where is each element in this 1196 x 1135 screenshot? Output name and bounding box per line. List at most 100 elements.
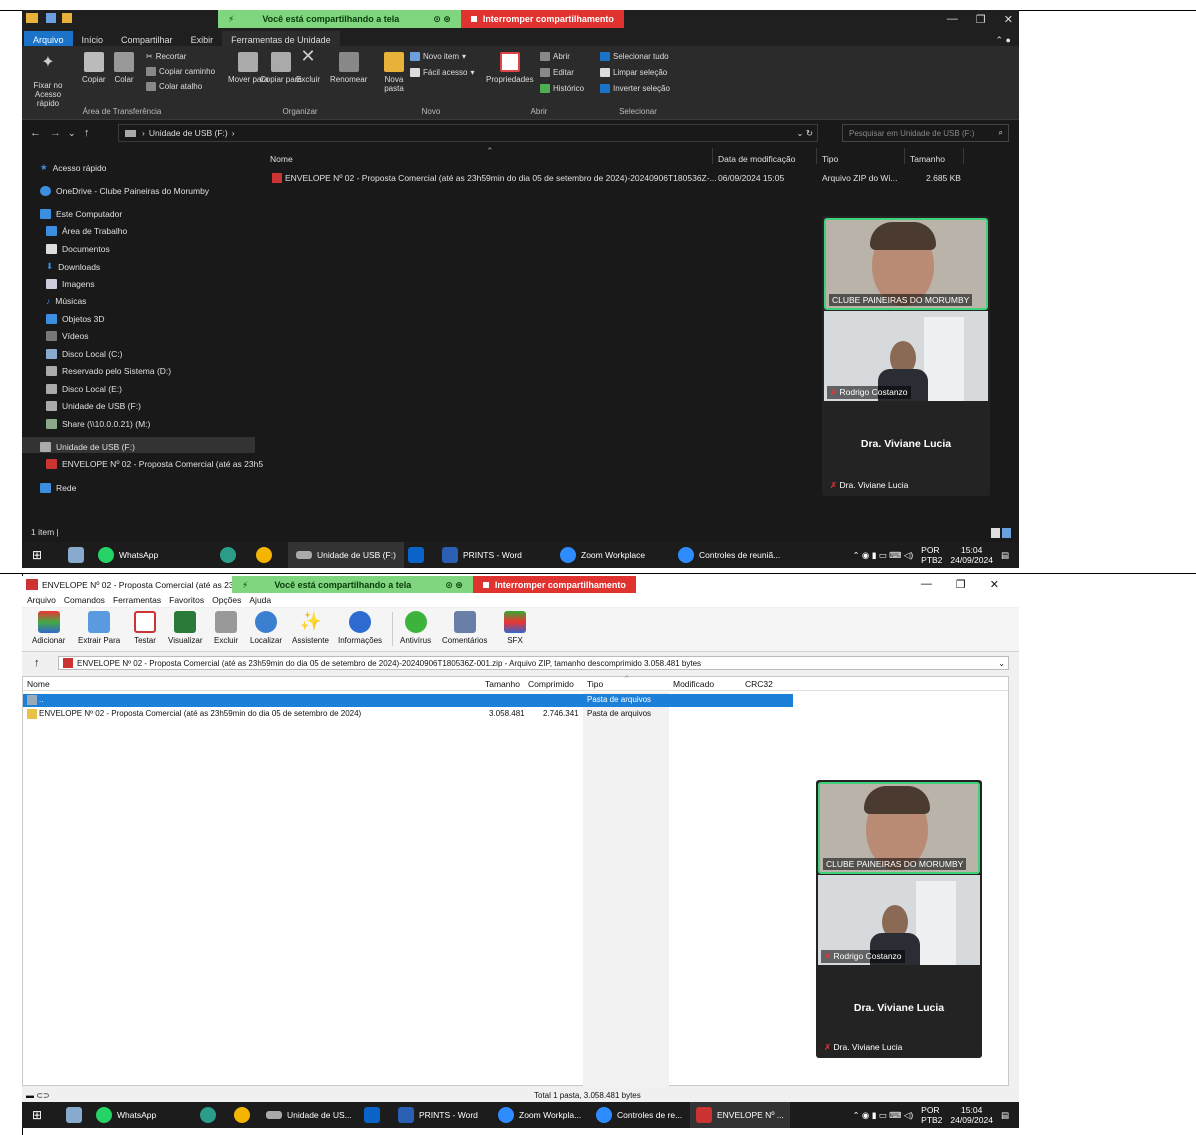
view-button[interactable]: Visualizar: [168, 611, 203, 645]
nav-quick-access[interactable]: ★ Acesso rápido: [40, 162, 107, 173]
video-tile-clube[interactable]: CLUBE PAINEIRAS DO MORUMBY: [818, 782, 980, 874]
taskbar-edge[interactable]: [200, 1102, 216, 1128]
antivirus-button[interactable]: Antivírus: [400, 611, 431, 645]
nav-item-3d-objects[interactable]: Objetos 3D: [46, 314, 105, 324]
test-button[interactable]: Testar: [134, 611, 156, 645]
tray-icons[interactable]: ⌃ ◉ ▮ ▭ ⌨ ◁): [852, 550, 913, 561]
invert-selection-button[interactable]: Inverter seleção: [600, 84, 670, 93]
wizard-button[interactable]: ✨ Assistente: [292, 611, 329, 645]
address-refresh-icon[interactable]: ⌄ ↻: [796, 128, 813, 139]
nav-usb-file[interactable]: ENVELOPE Nº 02 - Proposta Comercial (até…: [46, 459, 263, 469]
column-crc[interactable]: CRC32: [745, 679, 773, 689]
table-row-parent[interactable]: .. Pasta de arquivos: [23, 694, 793, 707]
taskbar-app-cloud[interactable]: [66, 1102, 82, 1128]
column-packed[interactable]: Comprimido: [528, 679, 574, 689]
dropdown-chevron-icon[interactable]: ⌄: [998, 659, 1005, 668]
maximize-icon[interactable]: ❐: [956, 578, 966, 591]
select-all-button[interactable]: Selecionar tudo: [600, 52, 669, 61]
taskbar-app-cloud[interactable]: [68, 542, 84, 568]
nav-item-usb-f[interactable]: Unidade de USB (F:): [46, 401, 141, 411]
cut-button[interactable]: ✂ Recortar: [146, 52, 186, 61]
language-indicator[interactable]: POR PTB2: [921, 1105, 942, 1125]
view-toggle-icons[interactable]: [991, 527, 1013, 538]
taskbar-edge[interactable]: [220, 542, 236, 568]
delete-button[interactable]: Excluir: [214, 611, 238, 645]
nav-item-downloads[interactable]: ⬇ Downloads: [46, 261, 100, 272]
new-folder-quick-icon[interactable]: [62, 13, 72, 23]
column-modified[interactable]: Data de modificação: [718, 154, 796, 164]
taskbar-explorer[interactable]: Unidade de USB (F:): [288, 542, 404, 568]
start-button[interactable]: ⊞: [32, 542, 42, 568]
column-type[interactable]: Tipo: [587, 679, 603, 689]
stop-share-button[interactable]: Interromper compartilhamento: [472, 576, 636, 594]
menu-favoritos[interactable]: Favoritos: [169, 595, 204, 605]
nav-item-disk-e[interactable]: Disco Local (E:): [46, 384, 122, 394]
copy-button[interactable]: Copiar: [82, 52, 106, 84]
nav-onedrive[interactable]: OneDrive - Clube Paineiras do Morumby: [40, 186, 209, 196]
up-icon[interactable]: ↑: [34, 657, 40, 669]
nav-item-videos[interactable]: Vídeos: [46, 331, 88, 341]
extract-button[interactable]: Extrair Para: [78, 611, 120, 645]
minimize-icon[interactable]: —: [921, 578, 932, 591]
menu-arquivo[interactable]: Arquivo: [27, 595, 56, 605]
column-size[interactable]: Tamanho: [485, 679, 520, 689]
nav-network[interactable]: Rede: [40, 483, 76, 493]
video-tile-viviane[interactable]: Dra. Viviane Lucia ✗ Dra. Viviane Lucia: [824, 402, 988, 494]
up-icon[interactable]: ↑: [84, 127, 90, 139]
taskbar-word[interactable]: PRINTS - Word: [398, 1102, 478, 1128]
taskbar-zoom[interactable]: Zoom Workpla...: [498, 1102, 581, 1128]
taskbar-whatsapp[interactable]: WhatsApp: [96, 1102, 156, 1128]
column-name[interactable]: Nome: [270, 154, 293, 164]
column-type[interactable]: Tipo: [822, 154, 838, 164]
column-name[interactable]: Nome: [27, 679, 50, 689]
properties-button[interactable]: Propriedades: [486, 52, 534, 84]
file-row[interactable]: ENVELOPE Nº 02 - Proposta Comercial (até…: [270, 171, 1019, 185]
menu-ferramentas[interactable]: Ferramentas: [113, 595, 161, 605]
select-none-button[interactable]: Limpar seleção: [600, 68, 667, 77]
taskbar-winrar[interactable]: ENVELOPE Nº ...: [690, 1102, 790, 1128]
video-tile-viviane[interactable]: Dra. Viviane Lucia ✗ Dra. Viviane Lucia: [818, 966, 980, 1056]
close-icon[interactable]: ✕: [1004, 13, 1013, 26]
taskbar-chrome[interactable]: [256, 542, 272, 568]
nav-usb-drive[interactable]: Unidade de USB (F:): [40, 442, 135, 452]
find-button[interactable]: Localizar: [250, 611, 282, 645]
archive-path[interactable]: ENVELOPE Nº 02 - Proposta Comercial (até…: [58, 656, 1009, 670]
minimize-icon[interactable]: —: [947, 13, 958, 25]
tray-icons[interactable]: ⌃ ◉ ▮ ▭ ⌨ ◁): [852, 1110, 913, 1121]
notifications-icon[interactable]: ▤: [1001, 1110, 1009, 1121]
close-icon[interactable]: ✕: [990, 578, 999, 591]
menu-opcoes[interactable]: Opções: [212, 595, 241, 605]
paste-button[interactable]: Colar: [114, 52, 134, 84]
delete-button[interactable]: ✕ Excluir: [296, 47, 320, 84]
column-size[interactable]: Tamanho: [910, 154, 945, 164]
nav-item-music[interactable]: ♪ Músicas: [46, 296, 86, 306]
add-button[interactable]: Adicionar: [32, 611, 65, 645]
nav-item-disk-c[interactable]: Disco Local (C:): [46, 349, 122, 359]
notifications-icon[interactable]: ▤: [1001, 550, 1009, 561]
ribbon-help-icon[interactable]: ⌃ ●: [996, 35, 1011, 46]
maximize-icon[interactable]: ❐: [976, 13, 986, 26]
taskbar-zoom[interactable]: Zoom Workplace: [560, 542, 645, 568]
nav-item-documents[interactable]: Documentos: [46, 244, 110, 254]
taskbar-zoom-controls[interactable]: Controles de re...: [596, 1102, 682, 1128]
menu-ajuda[interactable]: Ajuda: [249, 595, 271, 605]
nav-item-share-m[interactable]: Share (\\10.0.0.21) (M:): [46, 419, 150, 429]
video-tile-clube[interactable]: CLUBE PAINEIRAS DO MORUMBY: [824, 218, 988, 310]
video-tile-rodrigo[interactable]: ✗ Rodrigo Costanzo: [818, 875, 980, 965]
video-tile-rodrigo[interactable]: ✗ Rodrigo Costanzo: [824, 311, 988, 401]
taskbar-outlook[interactable]: [364, 1102, 380, 1128]
pin-button[interactable]: ✦ Fixar no Acesso rápido: [28, 55, 68, 109]
nav-item-disk-d[interactable]: Reservado pelo Sistema (D:): [46, 366, 171, 376]
language-indicator[interactable]: POR PTB2: [921, 545, 942, 565]
search-input[interactable]: Pesquisar em Unidade de USB (F:) ⌕: [842, 124, 1009, 142]
new-folder-button[interactable]: Nova pasta: [380, 52, 408, 93]
open-button[interactable]: Abrir: [540, 52, 570, 61]
copy-path-button[interactable]: Copiar caminho: [146, 67, 215, 76]
taskbar-chrome[interactable]: [234, 1102, 250, 1128]
easy-access-button[interactable]: Fácil acesso ▾: [410, 68, 474, 77]
nav-item-images[interactable]: Imagens: [46, 279, 95, 289]
address-input[interactable]: › Unidade de USB (F:) › ⌄ ↻: [118, 124, 818, 142]
clock[interactable]: 15:04 24/09/2024: [950, 545, 993, 565]
column-modified[interactable]: Modificado: [673, 679, 714, 689]
info-button[interactable]: Informações: [338, 611, 382, 645]
